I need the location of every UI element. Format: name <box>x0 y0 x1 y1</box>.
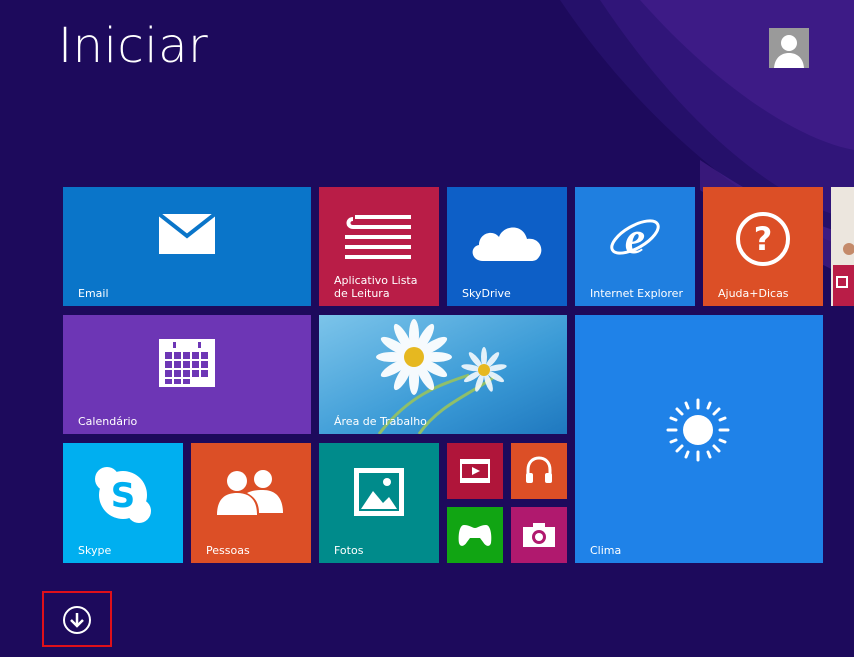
tile-label: Email <box>78 287 109 300</box>
tile-label: Internet Explorer <box>590 287 683 300</box>
tile-desktop[interactable]: Área de Trabalho <box>319 315 567 434</box>
tile-label: Skype <box>78 544 112 557</box>
skype-icon: S <box>95 467 151 523</box>
tile-camera[interactable] <box>511 507 567 563</box>
user-avatar-icon <box>769 28 809 68</box>
svg-text:e: e <box>625 212 645 263</box>
partial-tile-image <box>831 187 854 306</box>
svg-text:S: S <box>111 476 136 516</box>
tile-internet-explorer[interactable]: e Internet Explorer <box>575 187 695 306</box>
tile-photos[interactable]: Fotos <box>319 443 439 563</box>
cloud-icon <box>472 227 542 261</box>
tile-label: Fotos <box>334 544 364 557</box>
calendar-icon <box>159 339 215 387</box>
headphones-icon <box>526 456 552 483</box>
people-icon <box>217 470 283 515</box>
tile-label: Área de Trabalho <box>334 415 427 428</box>
camera-icon <box>523 523 555 547</box>
mail-icon <box>159 214 215 254</box>
tile-skydrive[interactable]: SkyDrive <box>447 187 567 306</box>
tile-help-tips[interactable]: ? Ajuda+Dicas <box>703 187 823 306</box>
tile-label: SkyDrive <box>462 287 511 300</box>
tile-label: Calendário <box>78 415 138 428</box>
tile-label: Pessoas <box>206 544 250 557</box>
tile-partial-right[interactable] <box>831 187 854 306</box>
internet-explorer-icon: e <box>610 212 660 263</box>
tile-music[interactable] <box>511 443 567 499</box>
tile-reading-list[interactable]: Aplicativo Lista de Leitura <box>319 187 439 306</box>
user-avatar[interactable] <box>769 28 809 68</box>
tile-label: Ajuda+Dicas <box>718 287 789 300</box>
sun-icon <box>666 398 730 462</box>
tile-video[interactable] <box>447 443 503 499</box>
video-play-icon <box>460 459 490 483</box>
reading-list-icon <box>345 215 411 259</box>
tile-label: Clima <box>590 544 622 557</box>
page-title: Iniciar <box>58 18 209 74</box>
tile-people[interactable]: Pessoas <box>191 443 311 563</box>
tile-email[interactable]: Email <box>63 187 311 306</box>
tile-calendar[interactable]: Calendário <box>63 315 311 434</box>
tile-games[interactable] <box>447 507 503 563</box>
photo-icon <box>354 468 404 516</box>
tile-label: Aplicativo Lista de Leitura <box>334 274 418 300</box>
svg-text:?: ? <box>754 220 773 258</box>
xbox-controller-icon <box>458 525 492 546</box>
all-apps-button[interactable] <box>63 606 91 634</box>
arrow-down-circle-icon <box>70 613 84 628</box>
tile-weather[interactable]: Clima <box>575 315 823 563</box>
help-question-icon: ? <box>736 212 790 266</box>
tile-skype[interactable]: S Skype <box>63 443 183 563</box>
